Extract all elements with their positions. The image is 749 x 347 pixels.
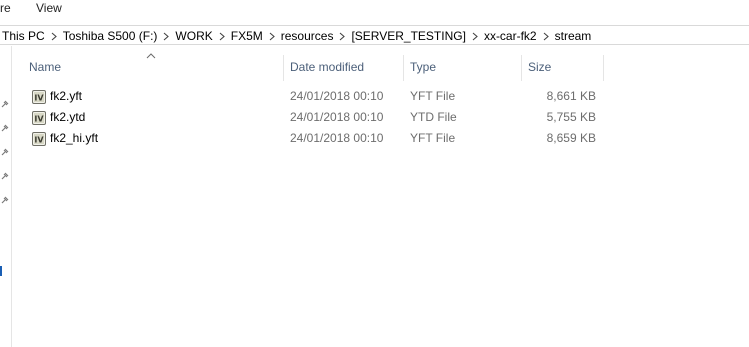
- ribbon-tab-view[interactable]: View: [36, 1, 62, 15]
- file-name[interactable]: fk2.ytd: [50, 110, 85, 124]
- svg-text:IV: IV: [34, 136, 44, 145]
- svg-text:IV: IV: [34, 115, 44, 124]
- file-row[interactable]: IV fk2.ytd 24/01/2018 00:10 YTD File 5,7…: [22, 107, 612, 128]
- column-name[interactable]: Name: [22, 53, 283, 81]
- pin-icon[interactable]: [0, 172, 9, 181]
- file-size: 8,661 KB: [546, 89, 596, 103]
- file-date-modified: 24/01/2018 00:10: [290, 131, 384, 145]
- file-date-modified: 24/01/2018 00:10: [290, 89, 384, 103]
- chevron-right-icon[interactable]: [215, 32, 229, 41]
- file-date-modified: 24/01/2018 00:10: [290, 110, 384, 124]
- iv-file-icon: IV: [32, 90, 46, 104]
- file-row[interactable]: IV fk2.yft 24/01/2018 00:10 YFT File 8,6…: [22, 86, 612, 107]
- navigation-pane[interactable]: [0, 46, 12, 347]
- file-type: YTD File: [410, 110, 457, 124]
- iv-file-icon: IV: [32, 132, 46, 146]
- breadcrumb: This PC Toshiba S500 (F:) WORK FX5M reso…: [0, 29, 593, 43]
- nav-selection-marker: [0, 266, 2, 276]
- breadcrumb-stream[interactable]: stream: [553, 29, 594, 43]
- chevron-right-icon[interactable]: [265, 32, 279, 41]
- breadcrumb-server-testing[interactable]: [SERVER_TESTING]: [349, 29, 467, 43]
- pin-icon[interactable]: [0, 124, 9, 133]
- ribbon-tab-share[interactable]: re: [0, 1, 11, 15]
- column-header: Name Date modified Type Size: [22, 53, 612, 81]
- file-type: YFT File: [410, 89, 456, 103]
- pin-icon[interactable]: [0, 196, 9, 205]
- file-size: 5,755 KB: [546, 110, 596, 124]
- breadcrumb-resources[interactable]: resources: [279, 29, 336, 43]
- ribbon-tabs: re View: [0, 0, 749, 17]
- file-name[interactable]: fk2.yft: [50, 89, 82, 103]
- breadcrumb-xx-car-fk2[interactable]: xx-car-fk2: [482, 29, 539, 43]
- file-type: YFT File: [410, 131, 456, 145]
- chevron-right-icon[interactable]: [468, 32, 482, 41]
- chevron-right-icon[interactable]: [335, 32, 349, 41]
- address-bar[interactable]: This PC Toshiba S500 (F:) WORK FX5M reso…: [0, 25, 749, 45]
- file-name[interactable]: fk2_hi.yft: [50, 131, 98, 145]
- breadcrumb-fx5m[interactable]: FX5M: [229, 29, 265, 43]
- chevron-right-icon[interactable]: [47, 32, 61, 41]
- chevron-right-icon[interactable]: [159, 32, 173, 41]
- file-size: 8,659 KB: [546, 131, 596, 145]
- column-divider[interactable]: [603, 55, 604, 81]
- column-date-modified[interactable]: Date modified: [283, 53, 403, 81]
- breadcrumb-drive[interactable]: Toshiba S500 (F:): [61, 29, 160, 43]
- iv-file-icon: IV: [32, 111, 46, 125]
- column-size[interactable]: Size: [521, 53, 603, 81]
- file-row[interactable]: IV fk2_hi.yft 24/01/2018 00:10 YFT File …: [22, 128, 612, 149]
- breadcrumb-work[interactable]: WORK: [173, 29, 214, 43]
- column-type[interactable]: Type: [403, 53, 521, 81]
- pin-icon[interactable]: [0, 148, 9, 157]
- svg-text:IV: IV: [34, 94, 44, 103]
- pin-icon[interactable]: [0, 100, 9, 109]
- chevron-right-icon[interactable]: [539, 32, 553, 41]
- breadcrumb-this-pc[interactable]: This PC: [0, 29, 47, 43]
